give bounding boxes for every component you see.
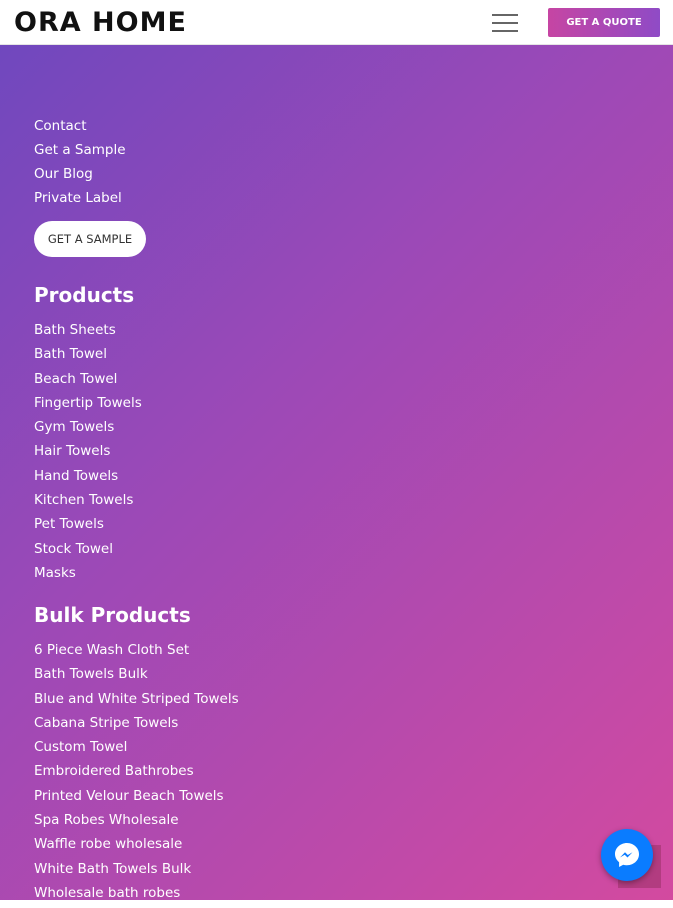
- bulk-products-heading: Bulk Products: [34, 603, 191, 627]
- messenger-icon: [615, 843, 639, 867]
- product-link[interactable]: Kitchen Towels: [34, 491, 142, 515]
- product-link[interactable]: Beach Towel: [34, 370, 142, 394]
- product-link[interactable]: Hand Towels: [34, 467, 142, 491]
- nav-link-our-blog[interactable]: Our Blog: [34, 165, 126, 189]
- messenger-chat-button[interactable]: [601, 829, 653, 881]
- bulk-product-link[interactable]: Wholesale bath robes: [34, 884, 239, 908]
- product-link[interactable]: Pet Towels: [34, 515, 142, 539]
- product-link[interactable]: Bath Sheets: [34, 321, 142, 345]
- get-a-quote-button[interactable]: GET A QUOTE: [548, 8, 660, 37]
- nav-link-private-label[interactable]: Private Label: [34, 189, 126, 213]
- get-a-sample-button[interactable]: GET A SAMPLE: [34, 221, 146, 257]
- product-link[interactable]: Masks: [34, 564, 142, 588]
- bulk-product-link[interactable]: Spa Robes Wholesale: [34, 811, 239, 835]
- bulk-product-link[interactable]: Waffle robe wholesale: [34, 835, 239, 859]
- bulk-product-link[interactable]: Bath Towels Bulk: [34, 665, 239, 689]
- bulk-product-link[interactable]: White Bath Towels Bulk: [34, 860, 239, 884]
- nav-link-get-a-sample[interactable]: Get a Sample: [34, 141, 126, 165]
- footer-menu: Contact Get a Sample Our Blog Private La…: [0, 45, 673, 901]
- nav-list: Contact Get a Sample Our Blog Private La…: [34, 117, 126, 213]
- products-heading: Products: [34, 283, 135, 307]
- site-logo[interactable]: ORA HOME: [14, 6, 187, 40]
- bulk-product-link[interactable]: Blue and White Striped Towels: [34, 690, 239, 714]
- hamburger-menu-icon[interactable]: [490, 11, 520, 35]
- product-link[interactable]: Bath Towel: [34, 345, 142, 369]
- bulk-products-list: 6 Piece Wash Cloth Set Bath Towels Bulk …: [34, 641, 239, 908]
- product-link[interactable]: Fingertip Towels: [34, 394, 142, 418]
- bulk-product-link[interactable]: Custom Towel: [34, 738, 239, 762]
- product-link[interactable]: Hair Towels: [34, 442, 142, 466]
- site-header: ORA HOME GET A QUOTE: [0, 0, 673, 45]
- products-list: Bath Sheets Bath Towel Beach Towel Finge…: [34, 321, 142, 588]
- product-link[interactable]: Stock Towel: [34, 540, 142, 564]
- bulk-product-link[interactable]: Printed Velour Beach Towels: [34, 787, 239, 811]
- bulk-product-link[interactable]: Embroidered Bathrobes: [34, 762, 239, 786]
- bulk-product-link[interactable]: Cabana Stripe Towels: [34, 714, 239, 738]
- product-link[interactable]: Gym Towels: [34, 418, 142, 442]
- bulk-product-link[interactable]: 6 Piece Wash Cloth Set: [34, 641, 239, 665]
- nav-link-contact[interactable]: Contact: [34, 117, 126, 141]
